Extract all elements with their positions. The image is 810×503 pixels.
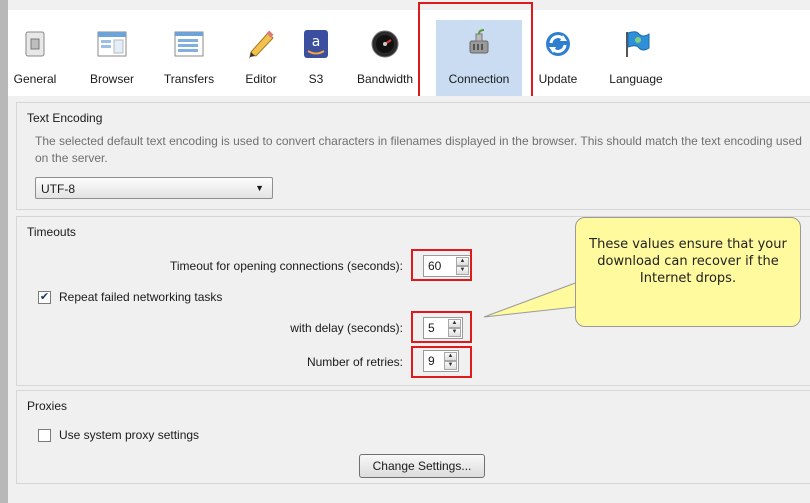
proxies-group: Proxies Use system proxy settings Change… bbox=[16, 390, 810, 484]
chevron-down-icon: ▼ bbox=[255, 183, 264, 193]
tab-transfers[interactable]: Transfers bbox=[154, 20, 224, 96]
delay-highlight-box bbox=[411, 311, 472, 343]
preferences-window: General Browser Transfers Editor a S3 Ba… bbox=[0, 0, 810, 503]
tab-browser-label: Browser bbox=[89, 72, 134, 86]
transfers-list-icon bbox=[173, 28, 205, 60]
proxies-title: Proxies bbox=[27, 399, 68, 413]
tab-editor[interactable]: Editor bbox=[236, 20, 286, 96]
tab-language[interactable]: Language bbox=[598, 20, 674, 96]
browser-window-icon bbox=[96, 28, 128, 60]
tab-language-label: Language bbox=[609, 72, 663, 86]
text-encoding-group: Text Encoding The selected default text … bbox=[16, 102, 810, 210]
system-proxy-checkbox[interactable] bbox=[38, 429, 51, 442]
text-encoding-description: The selected default text encoding is us… bbox=[35, 134, 802, 165]
speedometer-icon bbox=[369, 28, 401, 60]
retries-highlight-box bbox=[411, 346, 472, 378]
repeat-failed-checkbox[interactable]: ✔ bbox=[38, 291, 51, 304]
change-settings-button[interactable]: Change Settings... bbox=[359, 454, 485, 478]
tab-bandwidth-label: Bandwidth bbox=[356, 72, 414, 86]
timeout-label: Timeout for opening connections (seconds… bbox=[169, 259, 403, 273]
text-encoding-value: UTF-8 bbox=[41, 182, 75, 196]
text-encoding-title: Text Encoding bbox=[27, 111, 103, 125]
system-proxy-label: Use system proxy settings bbox=[59, 428, 200, 442]
tab-s3[interactable]: a S3 bbox=[296, 20, 336, 96]
timeouts-title: Timeouts bbox=[27, 225, 76, 239]
tab-general-label: General bbox=[13, 72, 57, 86]
retries-label: Number of retries: bbox=[306, 355, 403, 369]
tab-update[interactable]: Update bbox=[530, 20, 586, 96]
delay-label: with delay (seconds): bbox=[290, 321, 403, 335]
svg-text:a: a bbox=[312, 34, 321, 50]
preferences-toolbar: General Browser Transfers Editor a S3 Ba… bbox=[8, 10, 810, 96]
tab-general[interactable]: General bbox=[8, 20, 62, 96]
flag-icon bbox=[620, 28, 652, 60]
connection-highlight-box bbox=[418, 2, 533, 102]
callout-text: These values ensure that your download c… bbox=[589, 237, 787, 286]
text-encoding-select[interactable]: UTF-8 ▼ bbox=[35, 177, 273, 199]
pencil-icon bbox=[245, 28, 277, 60]
tab-browser[interactable]: Browser bbox=[82, 20, 142, 96]
tab-s3-label: S3 bbox=[308, 72, 324, 86]
tab-editor-label: Editor bbox=[245, 72, 277, 86]
callout-note: These values ensure that your download c… bbox=[575, 217, 801, 327]
amazon-icon: a bbox=[300, 28, 332, 60]
tab-update-label: Update bbox=[538, 72, 578, 86]
tab-bandwidth[interactable]: Bandwidth bbox=[346, 20, 424, 96]
tab-transfers-label: Transfers bbox=[163, 72, 215, 86]
refresh-icon bbox=[542, 28, 574, 60]
timeout-highlight-box bbox=[411, 249, 472, 281]
switch-icon bbox=[19, 28, 51, 60]
repeat-failed-label: Repeat failed networking tasks bbox=[59, 290, 223, 304]
